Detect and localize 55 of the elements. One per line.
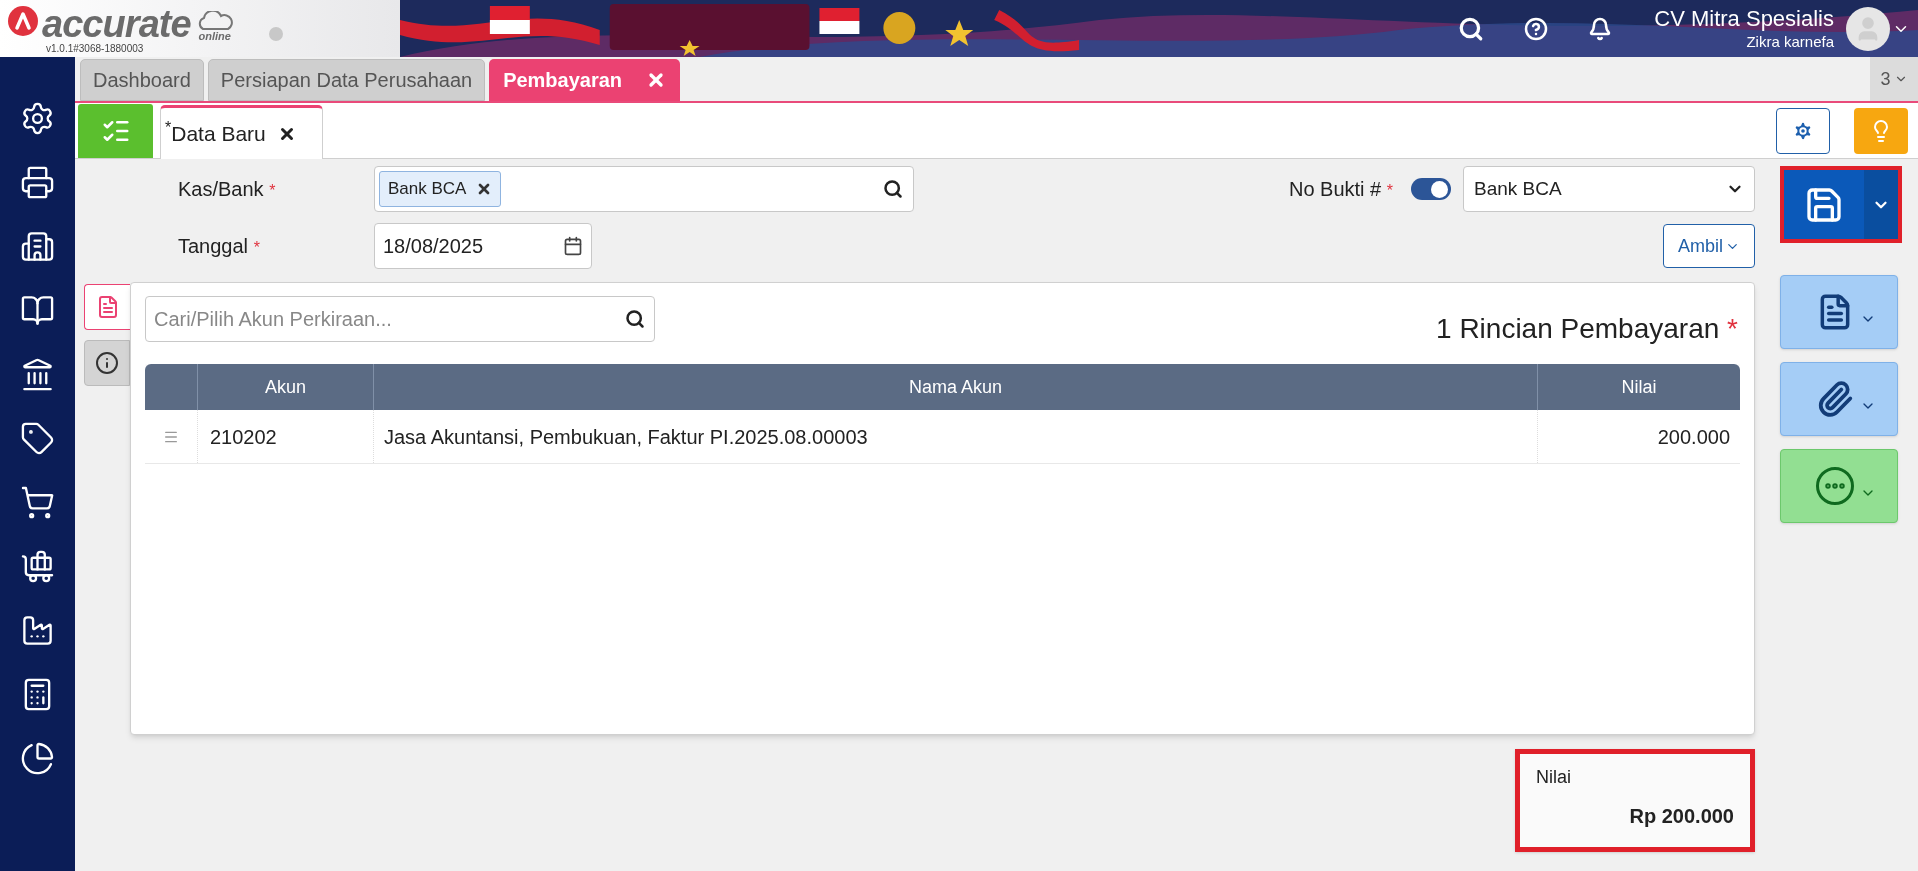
side-tab[interactable] [84,284,130,330]
building-icon[interactable] [20,229,55,264]
document-button[interactable] [1780,275,1898,349]
field-label: No Bukti # * [1288,177,1393,202]
user-name: Zikra karnefa [1746,32,1834,52]
search-icon[interactable] [625,309,645,329]
document-tab[interactable]: $^{*}$Data Baru [160,105,323,159]
logo-icon [8,6,38,36]
calendar-icon[interactable] [563,236,583,256]
summary-label: Nilai [1536,766,1571,789]
column-header: Nilai [1620,375,1658,399]
help-icon[interactable] [1524,16,1549,41]
field-label: Kas/Bank * [178,177,277,202]
tab[interactable]: Dashboard [80,59,204,101]
company-name: CV Mitra Spesialis [1654,5,1834,33]
section-title: 1 Rincian Pembayaran * [1436,312,1738,346]
settings-button[interactable] [1776,107,1830,154]
field-label: Tanggal * [178,234,261,259]
tab[interactable]: Pembayaran [489,59,681,101]
pie-chart-icon[interactable] [20,741,55,776]
notification-icon[interactable] [1588,16,1613,41]
more-button[interactable] [1780,449,1898,523]
save-button[interactable] [1784,170,1864,239]
table-cell: 210202 [198,410,374,463]
ambil-button[interactable]: Ambil [1663,224,1755,268]
tag-icon[interactable] [20,421,55,456]
logo-wordmark: accurate [42,3,191,44]
date-field[interactable]: 18/08/2025 [374,223,592,269]
cart-icon[interactable] [20,485,55,520]
selected-tag: Bank BCA [379,171,502,207]
tab[interactable]: Persiapan Data Perusahaan [207,59,486,101]
account-search-field[interactable]: Cari/Pilih Akun Perkiraan... [145,296,655,342]
side-tab[interactable] [84,340,130,386]
table-cell-text: 200.000 [1656,424,1731,450]
logo-subtitle: online [198,30,231,42]
tab-count-dropdown[interactable]: 3 [1870,57,1918,101]
factory-icon[interactable] [20,613,55,648]
kas-bank-field[interactable]: Bank BCA [374,166,914,212]
version-text: v1.0.1#3068-1880003 [46,43,145,54]
printer-icon[interactable] [20,165,55,200]
table-cell: Jasa Akuntansi, Pembukuan, Faktur PI.2025.08.00003 [374,410,1538,463]
auto-number-toggle[interactable] [1411,178,1451,200]
search-icon[interactable] [1458,15,1485,42]
more-icon [1816,467,1854,505]
settings-icon[interactable] [20,101,55,136]
number-select[interactable]: Bank BCA [1463,166,1755,212]
paperclip-icon [1816,380,1854,418]
summary-value: Rp 200.000 [1629,804,1734,829]
book-icon[interactable] [20,293,55,328]
search-icon[interactable] [883,179,903,199]
settings-icon [1792,119,1814,142]
info-icon [95,351,119,375]
attachment-button[interactable] [1780,362,1898,436]
trolley-icon[interactable] [20,549,55,584]
bank-icon[interactable] [20,357,55,392]
